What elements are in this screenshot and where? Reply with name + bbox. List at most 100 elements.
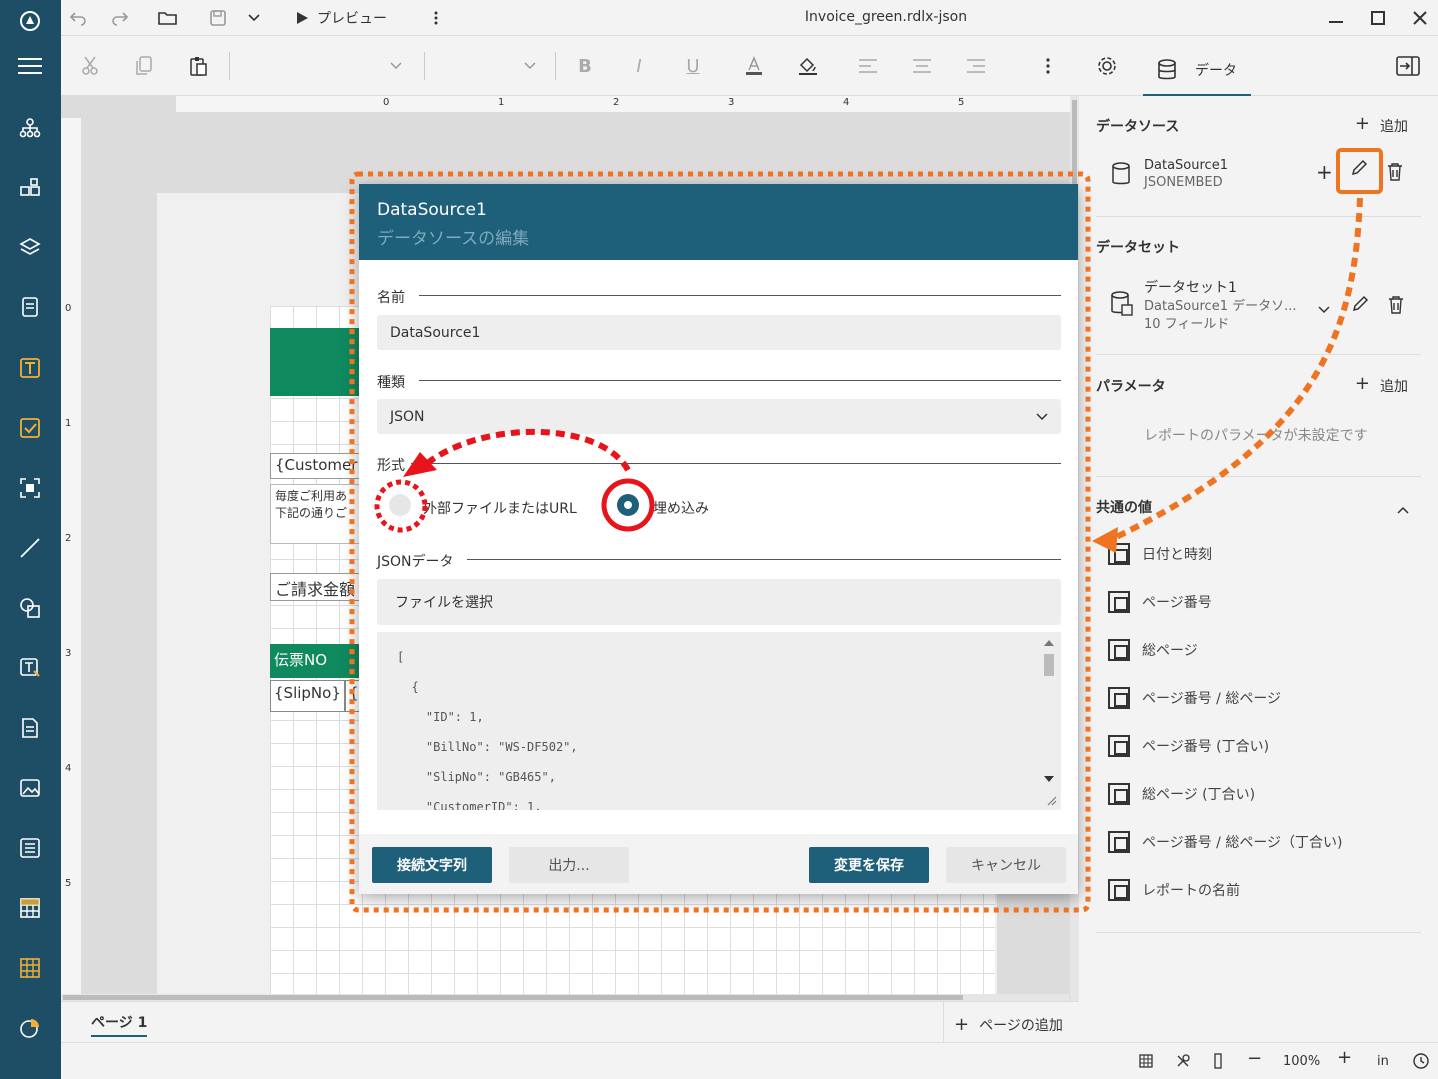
tablix-tool-icon[interactable] bbox=[15, 953, 45, 983]
tab-data[interactable]: データ bbox=[1143, 46, 1251, 96]
align-center-icon[interactable] bbox=[909, 54, 935, 78]
list-tool-icon[interactable] bbox=[15, 833, 45, 863]
radio-embedded-label[interactable]: 埋め込み bbox=[653, 498, 709, 518]
cancel-button[interactable]: キャンセル bbox=[946, 847, 1066, 883]
barcode-tool-icon[interactable] bbox=[15, 473, 45, 503]
radio-embedded[interactable] bbox=[617, 494, 639, 516]
layers-icon[interactable] bbox=[15, 232, 45, 262]
align-left-icon[interactable] bbox=[855, 54, 881, 78]
image-tool-icon[interactable] bbox=[15, 773, 45, 803]
save-changes-button[interactable]: 変更を保存 bbox=[809, 847, 929, 883]
copy-icon[interactable] bbox=[131, 54, 157, 78]
resize-grip-icon[interactable] bbox=[1045, 794, 1057, 806]
delete-dataset-trash-icon[interactable] bbox=[1388, 296, 1404, 318]
fill-color-icon[interactable] bbox=[795, 54, 821, 78]
page-1-tab[interactable]: ページ 1 bbox=[91, 1012, 148, 1037]
common-value-item[interactable]: ページ番号 (丁合い) bbox=[1108, 734, 1269, 758]
page-icon[interactable] bbox=[15, 292, 45, 322]
common-value-item[interactable]: 総ページ bbox=[1108, 638, 1198, 662]
close-icon[interactable] bbox=[1409, 8, 1431, 28]
name-input[interactable]: DataSource1 bbox=[377, 315, 1061, 350]
report-explorer-icon[interactable] bbox=[15, 113, 45, 143]
common-value-item[interactable]: 日付と時刻 bbox=[1108, 542, 1212, 566]
common-value-label: レポートの名前 bbox=[1142, 883, 1240, 899]
radio-external-file-label[interactable]: 外部ファイルまたはURL bbox=[423, 498, 577, 518]
common-value-item[interactable]: 総ページ (丁合い) bbox=[1108, 782, 1255, 806]
json-scrollbar-thumb[interactable] bbox=[1044, 654, 1054, 676]
horizontal-scrollbar-thumb[interactable] bbox=[63, 995, 963, 1000]
dataset-field-count: 10 フィールド bbox=[1144, 317, 1230, 332]
zoom-out-icon[interactable]: − bbox=[1247, 1048, 1262, 1069]
output-button[interactable]: 出力... bbox=[509, 847, 629, 883]
horizontal-scrollbar[interactable] bbox=[61, 994, 1069, 1001]
dataset-name[interactable]: データセット1 bbox=[1144, 277, 1237, 297]
paste-icon[interactable] bbox=[185, 54, 211, 78]
history-icon[interactable] bbox=[1412, 1052, 1430, 1074]
common-value-label: ページ番号 / 総ページ（丁合い) bbox=[1142, 835, 1343, 851]
add-datasource-button[interactable]: + 追加 bbox=[1355, 115, 1408, 136]
more-vertical-icon[interactable] bbox=[425, 8, 447, 28]
common-value-item[interactable]: ページ番号 / 総ページ（丁合い) bbox=[1108, 830, 1343, 854]
connection-string-button[interactable]: 接続文字列 bbox=[372, 847, 492, 883]
edit-dataset-pencil-icon[interactable] bbox=[1351, 295, 1369, 317]
ruler-icon[interactable] bbox=[1213, 1053, 1223, 1073]
cut-icon[interactable] bbox=[77, 54, 103, 78]
common-value-item[interactable]: レポートの名前 bbox=[1108, 878, 1240, 902]
subreport-tool-icon[interactable] bbox=[15, 713, 45, 743]
delete-datasource-trash-icon[interactable] bbox=[1387, 163, 1403, 185]
unit-selector[interactable]: in bbox=[1377, 1054, 1389, 1069]
font-size-chevron-icon[interactable] bbox=[517, 54, 543, 78]
add-parameter-button[interactable]: + 追加 bbox=[1355, 375, 1408, 396]
font-family-chevron-icon[interactable] bbox=[383, 54, 409, 78]
collapse-chevron-up-icon[interactable] bbox=[1397, 499, 1409, 518]
toolbar-more-icon[interactable] bbox=[1035, 54, 1061, 78]
common-value-item[interactable]: ページ番号 bbox=[1108, 590, 1212, 614]
redo-icon[interactable] bbox=[109, 8, 131, 28]
json-editor[interactable]: [ { "ID": 1, "BillNo": "WS-DF502", "Slip… bbox=[377, 632, 1061, 810]
open-folder-icon[interactable] bbox=[157, 8, 179, 28]
align-right-icon[interactable] bbox=[963, 54, 989, 78]
add-page-button[interactable]: + ページの追加 bbox=[954, 1014, 1063, 1035]
zoom-in-icon[interactable]: + bbox=[1337, 1047, 1352, 1068]
undo-icon[interactable] bbox=[67, 8, 89, 28]
toggle-panel-icon[interactable] bbox=[1395, 54, 1421, 78]
common-value-item[interactable]: ページ番号 / 総ページ bbox=[1108, 686, 1281, 710]
scroll-down-icon[interactable] bbox=[1044, 776, 1054, 782]
input-field-tool-icon[interactable] bbox=[15, 653, 45, 683]
field-icon bbox=[1108, 639, 1130, 661]
add-dataset-plus-icon[interactable]: + bbox=[1316, 160, 1333, 184]
file-select-button[interactable]: ファイルを選択 bbox=[377, 579, 1061, 625]
chart-tool-icon[interactable] bbox=[15, 1013, 45, 1043]
components-icon[interactable] bbox=[15, 173, 45, 203]
save-icon[interactable] bbox=[207, 8, 229, 28]
font-color-icon[interactable] bbox=[741, 54, 767, 78]
scroll-up-icon[interactable] bbox=[1044, 640, 1054, 646]
italic-icon[interactable]: I bbox=[626, 54, 652, 78]
dataset-expand-chevron-icon[interactable] bbox=[1318, 299, 1330, 318]
save-menu-chevron-icon[interactable] bbox=[243, 8, 265, 28]
table-tool-icon[interactable] bbox=[15, 893, 45, 923]
slip-value-cell[interactable]: {SlipNo} bbox=[270, 680, 345, 712]
snap-off-icon[interactable] bbox=[1175, 1053, 1191, 1073]
shape-tool-icon[interactable] bbox=[15, 593, 45, 623]
json-scrollbar[interactable] bbox=[1041, 636, 1057, 786]
type-select[interactable]: JSON bbox=[377, 399, 1061, 434]
textbox-tool-icon[interactable] bbox=[15, 353, 45, 383]
hamburger-menu-icon[interactable] bbox=[15, 51, 45, 81]
preview-button[interactable]: プレビュー bbox=[295, 8, 387, 28]
radio-external-file[interactable] bbox=[389, 494, 411, 516]
grid-toggle-icon[interactable] bbox=[1139, 1053, 1153, 1072]
edit-datasource-pencil-icon[interactable] bbox=[1350, 159, 1368, 181]
zoom-level[interactable]: 100% bbox=[1283, 1054, 1320, 1069]
bold-icon[interactable]: B bbox=[572, 54, 598, 78]
settings-gear-icon[interactable] bbox=[1094, 54, 1120, 78]
checkbox-tool-icon[interactable] bbox=[15, 413, 45, 443]
minimize-icon[interactable] bbox=[1325, 8, 1347, 28]
underline-icon[interactable]: U bbox=[680, 54, 706, 78]
maximize-icon[interactable] bbox=[1367, 8, 1389, 28]
datasource-name[interactable]: DataSource1 bbox=[1144, 158, 1228, 173]
json-line: "ID": 1, bbox=[397, 710, 484, 724]
ruler-tick: 0 bbox=[65, 303, 72, 314]
line-tool-icon[interactable] bbox=[15, 533, 45, 563]
json-line: "CustomerID": 1, bbox=[397, 800, 542, 810]
